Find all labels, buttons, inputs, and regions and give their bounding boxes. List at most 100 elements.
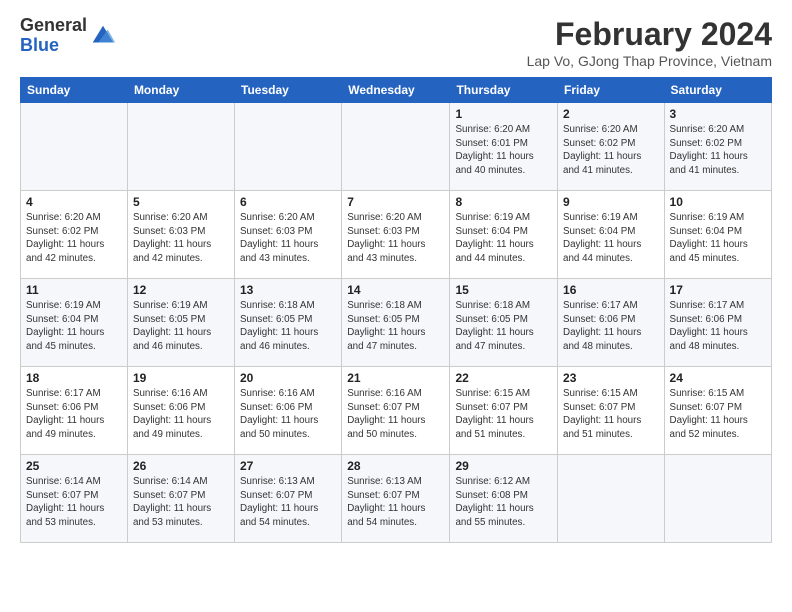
table-row: 4Sunrise: 6:20 AM Sunset: 6:02 PM Daylig… <box>21 191 128 279</box>
calendar-week-3: 11Sunrise: 6:19 AM Sunset: 6:04 PM Dayli… <box>21 279 772 367</box>
logo-text: General Blue <box>20 16 87 56</box>
table-row: 29 Sunrise: 6:12 AM Sunset: 6:08 PM Dayli… <box>450 455 558 543</box>
cell-info: Sunrise: 6:16 AM Sunset: 6:06 PM Dayligh… <box>240 387 336 442</box>
calendar: Sunday Monday Tuesday Wednesday Thursday… <box>20 77 772 543</box>
cell-info: Sunrise: 6:17 AM Sunset: 6:06 PM Dayligh… <box>26 387 122 442</box>
cell-day-number: 29 <box>455 459 552 473</box>
logo-general: General <box>20 16 87 36</box>
cell-info: Sunrise: 6:20 AM Sunset: 6:02 PM Dayligh… <box>563 123 659 178</box>
cell-day-number: 24 <box>670 371 766 385</box>
cell-info: Sunrise: 6:17 AM Sunset: 6:06 PM Dayligh… <box>563 299 659 354</box>
cell-info: Sunrise: 6:19 AM Sunset: 6:04 PM Dayligh… <box>563 211 659 266</box>
table-row: 6 Sunrise: 6:20 AM Sunset: 6:03 PM Daylig… <box>235 191 342 279</box>
cell-day-number: 18 <box>26 371 122 385</box>
table-row: 22 Sunrise: 6:15 AM Sunset: 6:07 PM Dayli… <box>450 367 558 455</box>
cell-day-number: 10 <box>670 195 766 209</box>
cell-day-number: 26 <box>133 459 229 473</box>
cell-info: Sunrise: 6:14 AM Sunset: 6:07 PM Dayligh… <box>133 475 229 530</box>
table-row: 9 Sunrise: 6:19 AM Sunset: 6:04 PM Daylig… <box>558 191 665 279</box>
cell-info: Sunrise: 6:19 AM Sunset: 6:04 PM Dayligh… <box>455 211 552 266</box>
cell-day-number: 3 <box>670 107 766 121</box>
header: General Blue February 2024 Lap Vo, GJong… <box>20 16 772 69</box>
cell-day-number: 23 <box>563 371 659 385</box>
col-monday: Monday <box>127 78 234 103</box>
table-row: 24 Sunrise: 6:15 AM Sunset: 6:07 PM Dayli… <box>664 367 771 455</box>
cell-info: Sunrise: 6:17 AM Sunset: 6:06 PM Dayligh… <box>670 299 766 354</box>
calendar-week-2: 4Sunrise: 6:20 AM Sunset: 6:02 PM Daylig… <box>21 191 772 279</box>
cell-info: Sunrise: 6:18 AM Sunset: 6:05 PM Dayligh… <box>455 299 552 354</box>
cell-info: Sunrise: 6:15 AM Sunset: 6:07 PM Dayligh… <box>455 387 552 442</box>
table-row: 23 Sunrise: 6:15 AM Sunset: 6:07 PM Dayli… <box>558 367 665 455</box>
table-row: 3 Sunrise: 6:20 AM Sunset: 6:02 PM Daylig… <box>664 103 771 191</box>
cell-info: Sunrise: 6:20 AM Sunset: 6:02 PM Dayligh… <box>670 123 766 178</box>
col-saturday: Saturday <box>664 78 771 103</box>
cell-info: Sunrise: 6:13 AM Sunset: 6:07 PM Dayligh… <box>347 475 444 530</box>
table-row: 12 Sunrise: 6:19 AM Sunset: 6:05 PM Dayli… <box>127 279 234 367</box>
cell-day-number: 25 <box>26 459 122 473</box>
table-row: 2Sunrise: 6:20 AM Sunset: 6:02 PM Daylig… <box>558 103 665 191</box>
cell-day-number: 19 <box>133 371 229 385</box>
cell-info: Sunrise: 6:19 AM Sunset: 6:04 PM Dayligh… <box>670 211 766 266</box>
cell-info: Sunrise: 6:20 AM Sunset: 6:03 PM Dayligh… <box>133 211 229 266</box>
logo-icon <box>89 22 117 50</box>
table-row: 15 Sunrise: 6:18 AM Sunset: 6:05 PM Dayli… <box>450 279 558 367</box>
cell-day-number: 9 <box>563 195 659 209</box>
month-title: February 2024 <box>527 16 772 53</box>
cell-day-number: 15 <box>455 283 552 297</box>
cell-info: Sunrise: 6:20 AM Sunset: 6:02 PM Dayligh… <box>26 211 122 266</box>
table-row: 10 Sunrise: 6:19 AM Sunset: 6:04 PM Dayli… <box>664 191 771 279</box>
table-row: 25Sunrise: 6:14 AM Sunset: 6:07 PM Dayli… <box>21 455 128 543</box>
cell-day-number: 28 <box>347 459 444 473</box>
cell-info: Sunrise: 6:16 AM Sunset: 6:06 PM Dayligh… <box>133 387 229 442</box>
table-row: 19 Sunrise: 6:16 AM Sunset: 6:06 PM Dayli… <box>127 367 234 455</box>
table-row: 27Sunrise: 6:13 AM Sunset: 6:07 PM Dayli… <box>235 455 342 543</box>
cell-info: Sunrise: 6:20 AM Sunset: 6:01 PM Dayligh… <box>455 123 552 178</box>
table-row: 17 Sunrise: 6:17 AM Sunset: 6:06 PM Dayli… <box>664 279 771 367</box>
calendar-header-row: Sunday Monday Tuesday Wednesday Thursday… <box>21 78 772 103</box>
cell-day-number: 16 <box>563 283 659 297</box>
cell-info: Sunrise: 6:18 AM Sunset: 6:05 PM Dayligh… <box>347 299 444 354</box>
cell-info: Sunrise: 6:18 AM Sunset: 6:05 PM Dayligh… <box>240 299 336 354</box>
col-friday: Friday <box>558 78 665 103</box>
calendar-week-1: 1Sunrise: 6:20 AM Sunset: 6:01 PM Daylig… <box>21 103 772 191</box>
table-row <box>21 103 128 191</box>
cell-info: Sunrise: 6:19 AM Sunset: 6:04 PM Dayligh… <box>26 299 122 354</box>
table-row: 7 Sunrise: 6:20 AM Sunset: 6:03 PM Daylig… <box>342 191 450 279</box>
cell-info: Sunrise: 6:16 AM Sunset: 6:07 PM Dayligh… <box>347 387 444 442</box>
cell-info: Sunrise: 6:20 AM Sunset: 6:03 PM Dayligh… <box>347 211 444 266</box>
logo: General Blue <box>20 16 117 56</box>
cell-day-number: 5 <box>133 195 229 209</box>
cell-day-number: 14 <box>347 283 444 297</box>
col-wednesday: Wednesday <box>342 78 450 103</box>
table-row <box>342 103 450 191</box>
table-row: 26 Sunrise: 6:14 AM Sunset: 6:07 PM Dayli… <box>127 455 234 543</box>
cell-day-number: 7 <box>347 195 444 209</box>
table-row: 20Sunrise: 6:16 AM Sunset: 6:06 PM Dayli… <box>235 367 342 455</box>
cell-info: Sunrise: 6:12 AM Sunset: 6:08 PM Dayligh… <box>455 475 552 530</box>
cell-info: Sunrise: 6:15 AM Sunset: 6:07 PM Dayligh… <box>670 387 766 442</box>
table-row <box>127 103 234 191</box>
cell-day-number: 22 <box>455 371 552 385</box>
table-row: 8Sunrise: 6:19 AM Sunset: 6:04 PM Daylig… <box>450 191 558 279</box>
cell-day-number: 21 <box>347 371 444 385</box>
cell-day-number: 13 <box>240 283 336 297</box>
cell-info: Sunrise: 6:20 AM Sunset: 6:03 PM Dayligh… <box>240 211 336 266</box>
table-row <box>235 103 342 191</box>
cell-day-number: 12 <box>133 283 229 297</box>
table-row: 5 Sunrise: 6:20 AM Sunset: 6:03 PM Daylig… <box>127 191 234 279</box>
col-sunday: Sunday <box>21 78 128 103</box>
table-row <box>558 455 665 543</box>
cell-day-number: 6 <box>240 195 336 209</box>
table-row: 11Sunrise: 6:19 AM Sunset: 6:04 PM Dayli… <box>21 279 128 367</box>
cell-day-number: 17 <box>670 283 766 297</box>
table-row: 18 Sunrise: 6:17 AM Sunset: 6:06 PM Dayli… <box>21 367 128 455</box>
subtitle: Lap Vo, GJong Thap Province, Vietnam <box>527 53 772 69</box>
col-tuesday: Tuesday <box>235 78 342 103</box>
calendar-week-5: 25 Sunrise: 6:14 AM Sunset: 6:07 PM Dayli… <box>21 455 772 543</box>
cell-info: Sunrise: 6:15 AM Sunset: 6:07 PM Dayligh… <box>563 387 659 442</box>
cell-info: Sunrise: 6:19 AM Sunset: 6:05 PM Dayligh… <box>133 299 229 354</box>
cell-day-number: 27 <box>240 459 336 473</box>
table-row: 13 Sunrise: 6:18 AM Sunset: 6:05 PM Dayli… <box>235 279 342 367</box>
col-thursday: Thursday <box>450 78 558 103</box>
table-row: 14 Sunrise: 6:18 AM Sunset: 6:05 PM Dayli… <box>342 279 450 367</box>
